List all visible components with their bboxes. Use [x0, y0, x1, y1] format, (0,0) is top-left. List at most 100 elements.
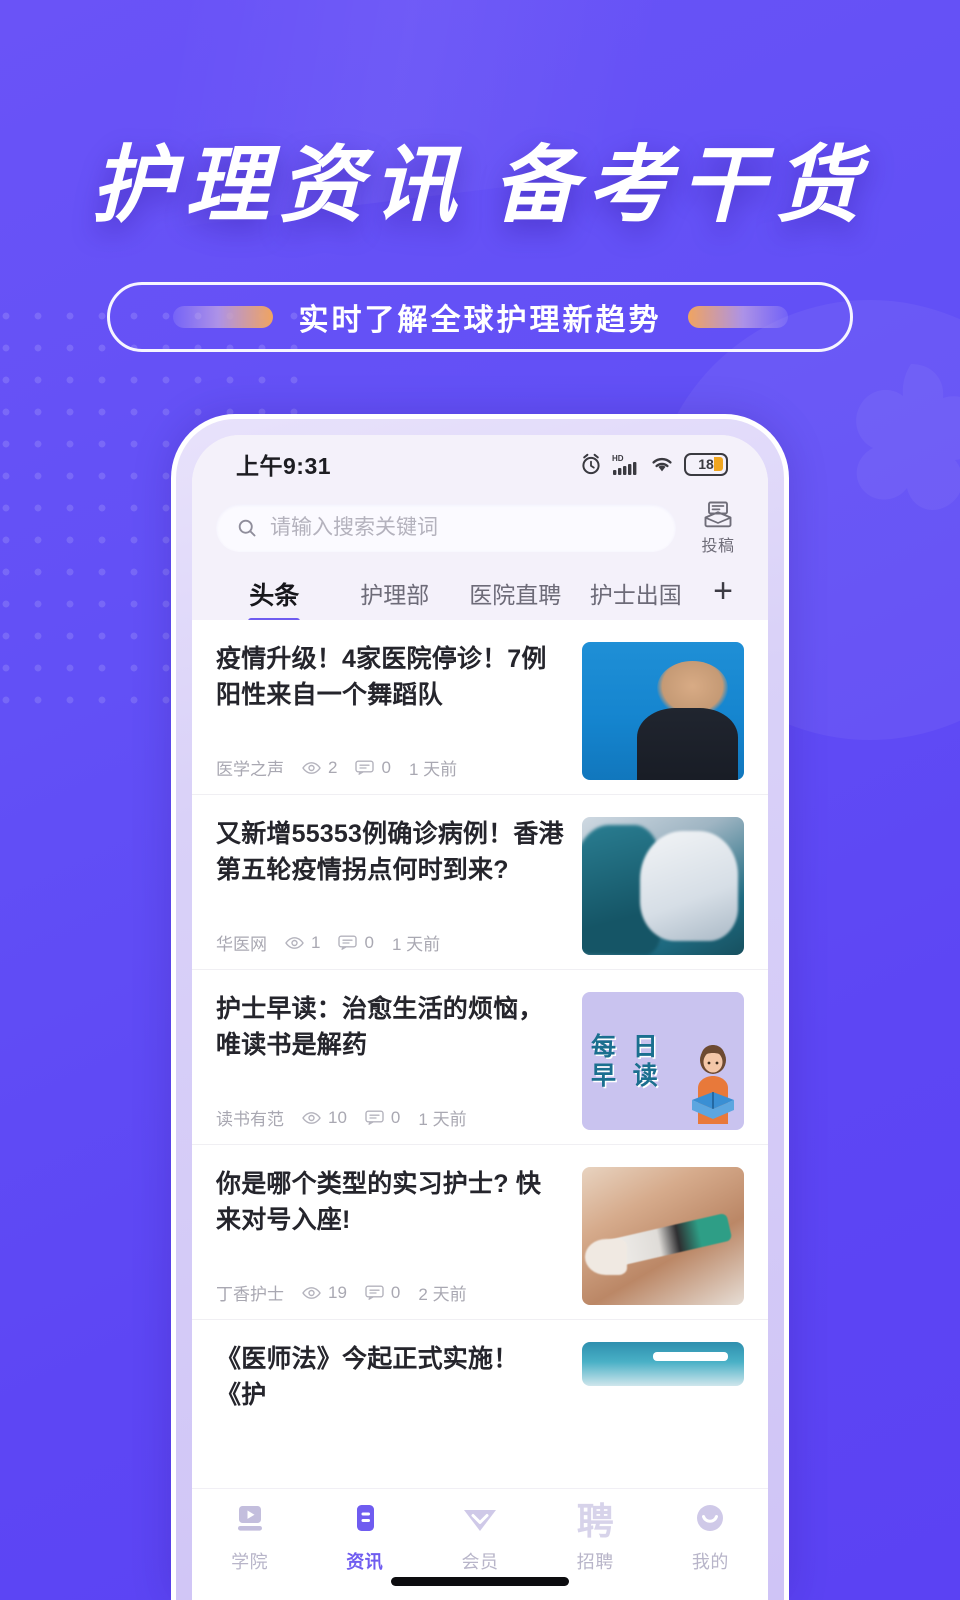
news-views: 1: [285, 933, 320, 953]
news-views-count: 2: [328, 757, 338, 777]
signal-group: HD: [612, 452, 640, 476]
news-comments: 0: [365, 1108, 400, 1128]
smiley-face-icon: [693, 1501, 727, 1541]
background-clover-shape: [856, 364, 960, 510]
tab-toutiao-label: 头条: [249, 582, 300, 610]
nav-item-wode[interactable]: 我的: [653, 1501, 768, 1574]
news-thumbnail: [582, 1342, 744, 1386]
search-icon: [238, 519, 256, 536]
nav-item-wode-label: 我的: [691, 1552, 729, 1572]
tab-hushichuguo[interactable]: 护士出国: [576, 572, 697, 610]
comment-icon: [355, 760, 375, 775]
news-comments-count: 0: [390, 1107, 401, 1127]
news-comments: 0: [355, 758, 391, 778]
news-thumbnail: [582, 817, 744, 955]
eye-icon: [302, 1111, 321, 1124]
pill-bar-right-icon: [687, 306, 788, 328]
svg-text:HD: HD: [612, 454, 624, 463]
news-list[interactable]: 疫情升级！4家医院停诊！7例阳性来自一个舞蹈队 医学之声 2 0 1 天前 又新…: [192, 620, 768, 1600]
news-comments-count: 0: [364, 932, 374, 952]
tab-hushichuguo-label: 护士出国: [589, 582, 682, 608]
news-comments-count: 0: [390, 1282, 401, 1302]
news-thumbnail: 每 日 早 读: [582, 992, 744, 1130]
signal-bars-icon: HD: [612, 454, 637, 475]
news-list-item[interactable]: 你是哪个类型的实习护士? 快来对号入座! 丁香护士 19 0 2 天前: [192, 1145, 768, 1320]
nav-item-zhaopin[interactable]: 聘 招聘: [538, 1501, 653, 1574]
status-icon-group: HD 18: [579, 452, 728, 476]
alarm-icon: [582, 453, 600, 475]
news-views-count: 10: [328, 1107, 347, 1127]
battery-indicator: 18: [684, 452, 728, 476]
thumbnail-caption-line1: 每 日: [591, 1031, 662, 1061]
nav-item-xueyuan[interactable]: 学院: [192, 1501, 307, 1574]
news-time: 1 天前: [418, 1110, 467, 1129]
news-source: 医学之声: [216, 760, 284, 779]
eye-icon: [302, 761, 321, 774]
promo-subtitle: 实时了解全球护理新趋势: [298, 303, 662, 338]
news-meta: 丁香护士 19 0 2 天前: [216, 1280, 566, 1305]
battery-level: 18: [698, 456, 714, 472]
news-thumbnail: [582, 1167, 744, 1305]
news-meta: 医学之声 2 0 1 天前: [216, 755, 566, 780]
add-tab-button[interactable]: +: [696, 572, 750, 608]
news-meta: 读书有范 10 0 1 天前: [216, 1105, 566, 1130]
news-time: 2 天前: [418, 1285, 467, 1304]
news-list-item[interactable]: 又新增55353例确诊病例！香港第五轮疫情拐点何时到来? 华医网 1 0 1 天…: [192, 795, 768, 970]
news-meta: 华医网 1 0 1 天前: [216, 930, 566, 955]
diamond-icon: [461, 1501, 499, 1541]
comment-icon: [338, 935, 358, 950]
news-text-block: 又新增55353例确诊病例！香港第五轮疫情拐点何时到来? 华医网 1 0 1 天…: [216, 817, 566, 955]
home-indicator: [391, 1577, 569, 1586]
nav-item-huiyuan-label: 会员: [461, 1552, 499, 1572]
news-list-item[interactable]: 护士早读：治愈生活的烦恼，唯读书是解药 读书有范 10 0 1 天前 每 日 早…: [192, 970, 768, 1145]
news-views-count: 19: [328, 1282, 347, 1302]
search-input[interactable]: [270, 515, 656, 540]
pill-bar-left-icon: [172, 306, 273, 328]
eye-icon: [285, 936, 304, 949]
search-box[interactable]: [216, 503, 676, 552]
news-time: 1 天前: [391, 935, 441, 954]
promo-title-part2: 备考干货: [493, 136, 870, 234]
phone-screen: 上午9:31 HD 18 请输入搜索关键词 投稿 头条 护理部 医院直聘 护士出…: [192, 435, 768, 1600]
submit-article-label: 投稿: [701, 538, 735, 555]
reading-girl-illustration: [692, 1045, 734, 1124]
nav-item-huiyuan[interactable]: 会员: [422, 1501, 537, 1574]
news-source: 读书有范: [216, 1110, 284, 1129]
hire-char-icon: 聘: [577, 1501, 614, 1541]
comment-icon: [365, 1285, 384, 1300]
news-list-item[interactable]: 《医师法》今起正式实施！《护: [192, 1320, 768, 1413]
news-views: 10: [302, 1108, 347, 1128]
news-title: 疫情升级！4家医院停诊！7例阳性来自一个舞蹈队: [216, 645, 547, 709]
news-views-count: 1: [311, 932, 321, 952]
news-comments: 0: [365, 1283, 400, 1303]
phone-mockup: 上午9:31 HD 18 请输入搜索关键词 投稿 头条 护理部 医院直聘 护士出…: [171, 414, 789, 1600]
tab-yiyuanzhipin[interactable]: 医院直聘: [455, 572, 576, 610]
tab-hulibu[interactable]: 护理部: [335, 572, 456, 610]
promo-title: 护理资讯 备考干货: [0, 118, 960, 239]
news-text-block: 护士早读：治愈生活的烦恼，唯读书是解药 读书有范 10 0 1 天前: [216, 992, 566, 1130]
nav-item-xueyuan-label: 学院: [231, 1552, 269, 1572]
news-comments: 0: [338, 932, 374, 953]
nav-item-zixun-label: 资讯: [346, 1552, 384, 1572]
nav-item-zixun[interactable]: 资讯: [307, 1501, 422, 1574]
news-views: 19: [302, 1283, 347, 1303]
video-play-icon: [232, 1501, 268, 1541]
tab-toutiao[interactable]: 头条: [214, 572, 335, 624]
news-list-item[interactable]: 疫情升级！4家医院停诊！7例阳性来自一个舞蹈队 医学之声 2 0 1 天前: [192, 620, 768, 795]
thumbnail-caption-line2: 早 读: [591, 1061, 662, 1090]
nav-item-zhaopin-label: 招聘: [576, 1552, 614, 1572]
document-icon: [347, 1501, 383, 1541]
tab-hulibu-label: 护理部: [360, 582, 430, 608]
search-row: 投稿: [192, 493, 768, 568]
status-time: 上午9:31: [236, 453, 332, 479]
hire-char-glyph: 聘: [576, 1499, 614, 1543]
news-views: 2: [302, 758, 337, 778]
mailbox-icon: [704, 501, 732, 528]
eye-icon: [302, 1286, 321, 1299]
submit-article-button[interactable]: 投稿: [690, 499, 746, 556]
wifi-icon: [652, 457, 672, 472]
news-title: 《医师法》今起正式实施！《护: [216, 1345, 519, 1409]
news-source: 丁香护士: [216, 1285, 284, 1304]
status-bar: 上午9:31 HD 18: [192, 435, 768, 493]
tab-yiyuanzhipin-label: 医院直聘: [469, 582, 562, 608]
